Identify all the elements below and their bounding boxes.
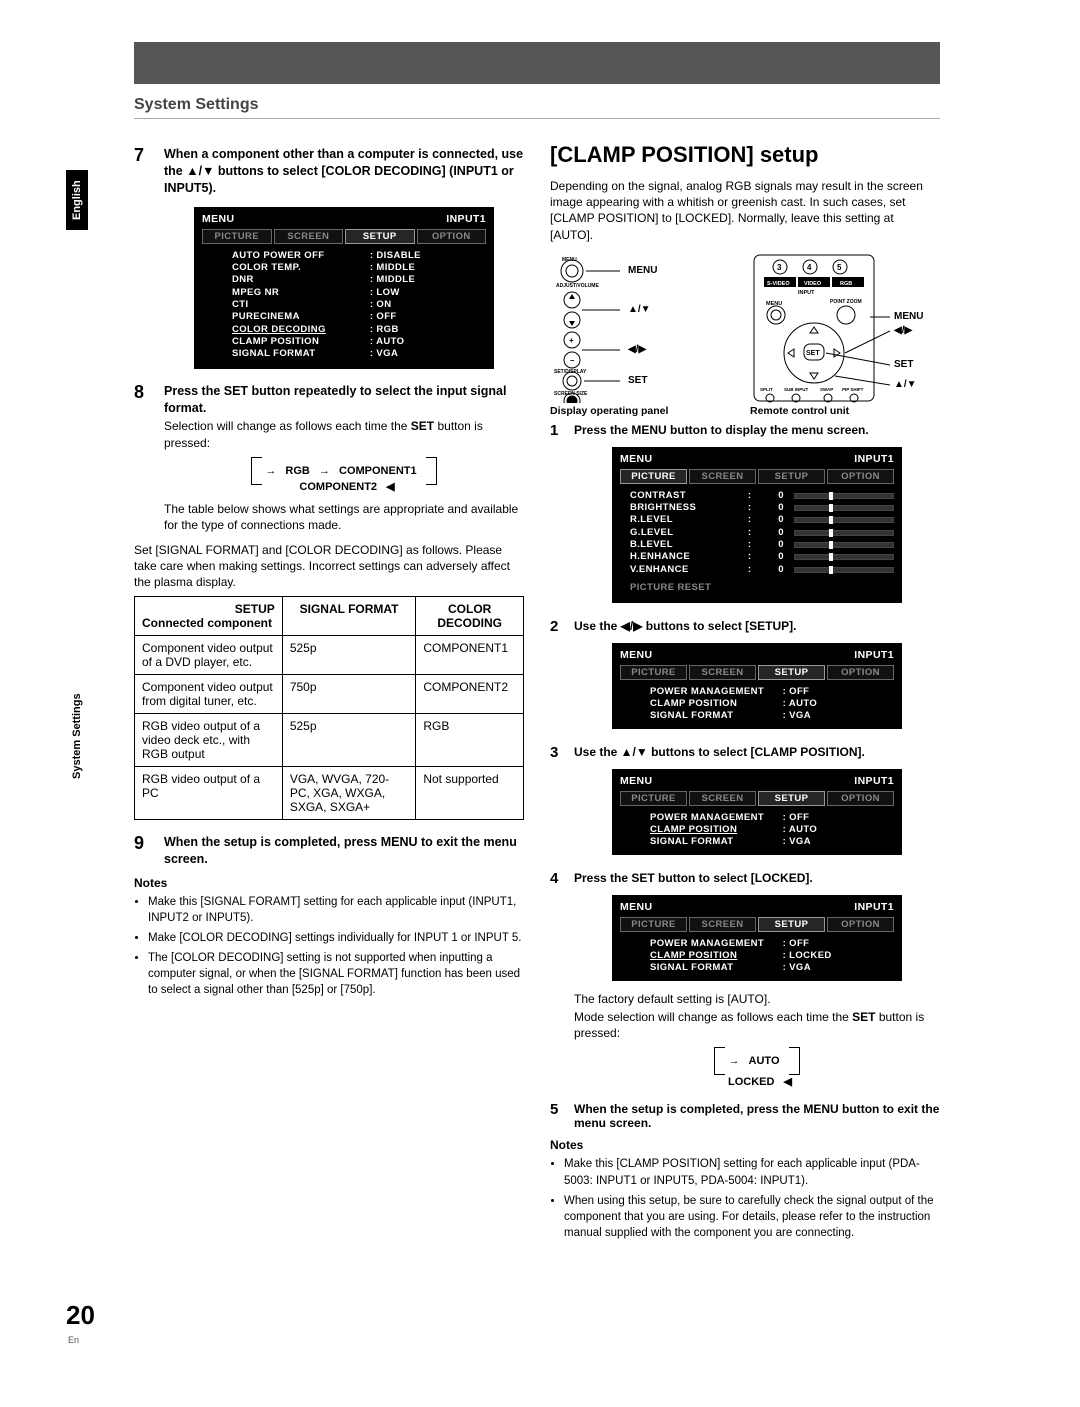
osd-r3: MENUINPUT1 PICTURE SCREEN SETUP OPTION P… [612,769,902,855]
step-7: 7 When a component other than a computer… [134,146,524,379]
svg-text:SET: SET [806,350,820,357]
note-item: Make [COLOR DECODING] settings individua… [148,930,524,946]
operating-panel-diagram: MENU ADJUST/VOLUME + – SET/DISPLAY SCREE… [550,253,710,403]
section-title: System Settings [134,96,258,114]
svg-text:VIDEO: VIDEO [804,281,822,287]
notes-left: Make this [SIGNAL FORAMT] setting for ea… [134,894,524,999]
op-label-set: SET [628,375,647,386]
step-8-para2: Set [SIGNAL FORMAT] and [COLOR DECODING]… [134,542,524,591]
note-item: The [COLOR DECODING] setting is not supp… [148,950,524,998]
svg-text:MENU: MENU [562,257,577,263]
side-tab-english: English [66,170,88,230]
panel2-caption: Remote control unit [750,405,940,417]
flow-rgb-comp: → RGB → COMPONENT1 COMPONENT2 ◀ [164,457,524,495]
op-label-menu: MENU [628,265,657,276]
page-number: 20 [66,1300,95,1331]
svg-text:PIP SHIFT: PIP SHIFT [842,387,864,392]
svg-text:POINT ZOOM: POINT ZOOM [830,299,862,305]
svg-text:3: 3 [777,263,782,272]
notes-title-right: Notes [550,1138,940,1152]
svg-text:4: 4 [807,263,812,272]
osd-tab-setup: SETUP [345,229,415,244]
svg-text:SPLIT: SPLIT [760,387,773,392]
notes-right: Make this [CLAMP POSITION] setting for e… [550,1156,940,1240]
r-step-1: 1 Press the MENU button to display the m… [550,423,940,613]
svg-text:–: – [570,356,575,365]
osd-tab-option: OPTION [417,229,487,244]
right-title: [CLAMP POSITION] setup [550,142,940,168]
osd-tab-picture: PICTURE [202,229,272,244]
svg-text:ADJUST/VOLUME: ADJUST/VOLUME [556,283,599,289]
r-step-5: 5 When the setup is completed, press the… [550,1102,940,1130]
svg-text:RGB: RGB [840,281,852,287]
rc-label-ud: ▲/▼ [894,379,917,390]
masthead-bar [134,42,940,84]
step-number: 9 [134,834,152,868]
osd-title: MENU [202,213,235,225]
osd-tab-screen: SCREEN [274,229,344,244]
step-9: 9 When the setup is completed, press MEN… [134,834,524,868]
step-7-head: When a component other than a computer i… [164,146,524,197]
svg-text:5: 5 [837,263,842,272]
svg-text:SUB INPUT: SUB INPUT [784,387,809,392]
step-9-head: When the setup is completed, press MENU … [164,834,524,868]
op-label-lr: ◀/▶ [628,344,646,355]
op-label-ud: ▲/▼ [628,304,651,315]
left-column: 7 When a component other than a computer… [134,142,524,1002]
svg-text:SWAP: SWAP [820,387,833,392]
step-8-text: Selection will change as follows each ti… [164,418,524,450]
r-step-2: 2 Use the ◀/▶ buttons to select [SETUP].… [550,619,940,739]
osd-input: INPUT1 [446,213,486,225]
section-rule [134,118,940,119]
note-item: Make this [CLAMP POSITION] setting for e… [564,1156,940,1188]
svg-text:INPUT: INPUT [798,290,815,296]
osd-r2: MENUINPUT1 PICTURE SCREEN SETUP OPTION P… [612,643,902,729]
notes-title-left: Notes [134,876,524,890]
r-step-4: 4 Press the SET button to select [LOCKED… [550,871,940,1097]
page-number-sub: En [68,1335,79,1345]
remote-diagram: 3 4 5 S-VIDEO VIDEO RGB INPUT MENU POINT… [750,253,940,403]
note-item: Make this [SIGNAL FORAMT] setting for ea… [148,894,524,926]
panel1-caption: Display operating panel [550,405,738,417]
rc-label-menu: MENU [894,311,923,322]
step-number: 8 [134,383,152,534]
svg-text:S-VIDEO: S-VIDEO [767,281,790,287]
osd-rows: AUTO POWER OFF: DISABLE COLOR TEMP.: MID… [202,250,486,361]
osd-r1: MENUINPUT1 PICTURE SCREEN SETUP OPTION C… [612,447,902,603]
flow-auto-locked: → AUTO LOCKED ◀ [574,1047,940,1090]
note-item: When using this setup, be sure to carefu… [564,1193,940,1241]
right-intro: Depending on the signal, analog RGB sign… [550,178,940,243]
setup-table: SETUP Connected component SIGNAL FORMAT … [134,596,524,820]
step-8-head: Press the SET button repeatedly to selec… [164,383,524,417]
step-8-para1: The table below shows what settings are … [164,501,524,533]
right-column: [CLAMP POSITION] setup Depending on the … [550,142,940,1245]
osd-r4: MENUINPUT1 PICTURE SCREEN SETUP OPTION P… [612,895,902,981]
step-8: 8 Press the SET button repeatedly to sel… [134,383,524,534]
step-number: 7 [134,146,152,379]
rc-label-set: SET [894,359,913,370]
svg-text:+: + [569,336,574,345]
rc-label-lr: ◀/▶ [894,325,912,336]
r-step-3: 3 Use the ▲/▼ buttons to select [CLAMP P… [550,745,940,865]
osd-step7: MENU INPUT1 PICTURE SCREEN SETUP OPTION … [194,207,494,369]
side-tab-systems: System Settings [66,686,88,786]
